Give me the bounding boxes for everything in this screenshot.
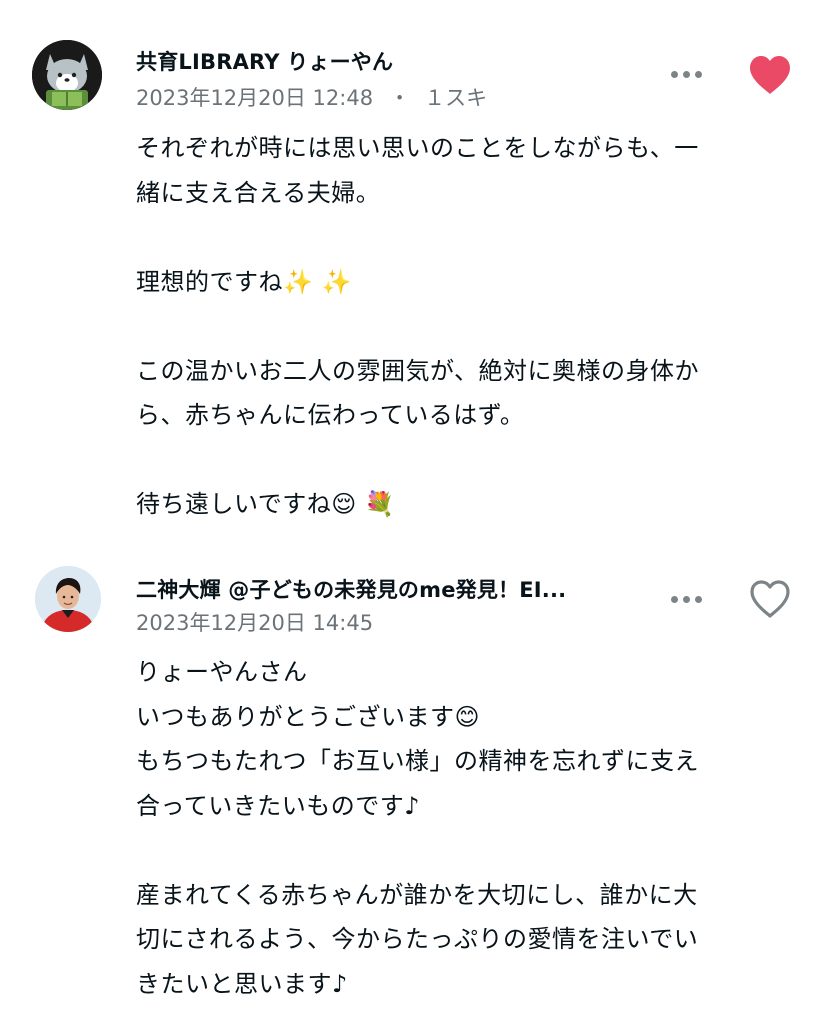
like-count[interactable]: １スキ (424, 86, 487, 110)
more-dot-icon (670, 70, 678, 78)
comment-text-line: もちつもたれつ「お互い様」の精神を忘れずに支え (136, 747, 700, 775)
person-photo-avatar-icon (35, 566, 101, 632)
more-options-button[interactable] (664, 587, 708, 611)
heart-filled-icon (750, 56, 790, 94)
avatar[interactable] (35, 566, 101, 632)
comment-text-line: いつもありがとうございます😊 (136, 702, 481, 731)
comment-text-line: 合っていきたいものです♪ (136, 791, 421, 820)
author-name[interactable]: 二神大輝 @子どもの未発見のme発見！EI... (136, 574, 566, 604)
avatar[interactable] (32, 40, 102, 110)
more-dot-icon (682, 70, 690, 78)
timestamp: 2023年12月20日 12:48 (136, 86, 374, 110)
wolf-reading-avatar-icon (32, 40, 102, 110)
comment-meta: 2023年12月20日 14:45 (136, 607, 373, 637)
comment-text-line: 緒に支え合える夫婦。 (136, 178, 381, 207)
comment-body: りょーやんさん いつもありがとうございます😊 もちつもたれつ「お互い様」の精神を… (136, 650, 786, 1006)
like-button[interactable] (747, 578, 793, 620)
heart-outline-icon (750, 580, 790, 618)
comment-text-line: きたいと思います♪ (136, 969, 348, 998)
comment-text-line: 待ち遠しいですね😌 💐 (136, 490, 396, 518)
comment-meta: 2023年12月20日 12:48 ・ １スキ (136, 82, 487, 112)
like-button[interactable] (747, 54, 793, 96)
comment-text-line: それぞれが時には思い思いのことをしながらも、一 (136, 134, 699, 162)
more-dot-icon (694, 595, 702, 603)
timestamp: 2023年12月20日 14:45 (136, 611, 374, 635)
more-dot-icon (682, 595, 690, 603)
more-dot-icon (694, 70, 702, 78)
comment-text-line: 理想的ですね✨ ✨ (136, 267, 352, 296)
comment-text-line: この温かいお二人の雰囲気が、絶対に奥様の身体か (136, 356, 700, 385)
comment-text-line: りょーやんさん (136, 658, 308, 686)
comment-body: それぞれが時には思い思いのことをしながらも、一 緒に支え合える夫婦。 理想的です… (136, 126, 786, 527)
comment-text-line: 切にされるよう、今からたっぷりの愛情を注いでい (136, 925, 699, 953)
meta-separator: ・ (389, 86, 411, 110)
more-options-button[interactable] (664, 62, 708, 86)
comment-text-line: ら、赤ちゃんに伝わっているはず。 (136, 401, 525, 429)
author-name[interactable]: 共育LIBRARY りょーやん (136, 46, 393, 76)
comment-text-line: 産まれてくる赤ちゃんが誰かを大切にし、誰かに大 (136, 880, 698, 909)
more-dot-icon (670, 595, 678, 603)
